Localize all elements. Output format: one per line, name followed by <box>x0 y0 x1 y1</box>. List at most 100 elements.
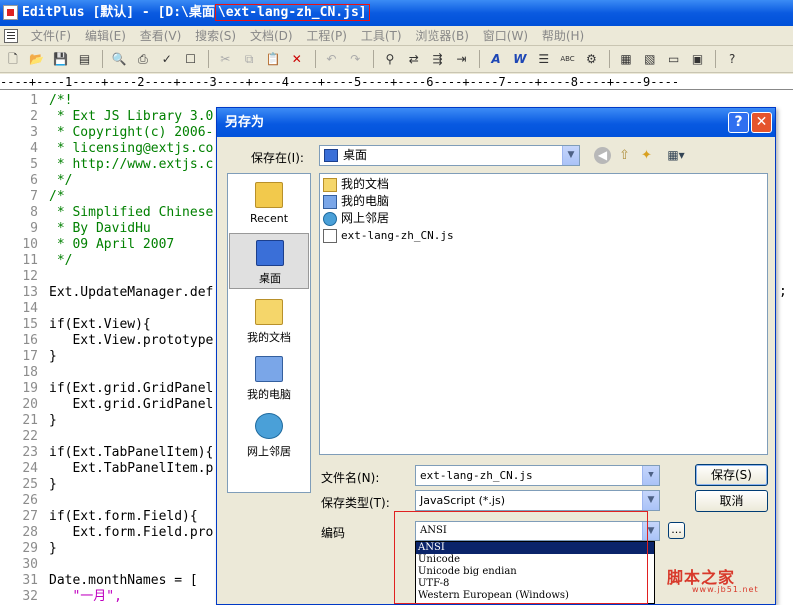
toolbar-separator <box>609 50 611 68</box>
code-text: * Simplified Chinese <box>49 205 214 220</box>
dialog-titlebar[interactable]: 另存为 ? ✕ <box>217 108 775 137</box>
filetype-select[interactable]: JavaScript (*.js) ▼ <box>415 490 660 511</box>
place-my-computer[interactable]: 我的电脑 <box>229 350 309 406</box>
abc-toggle-icon[interactable]: ABC <box>559 50 577 68</box>
filename-input[interactable]: ext-lang-zh_CN.js ▼ <box>415 465 660 486</box>
save-in-label: 保存在(I): <box>251 151 304 165</box>
place-my-documents[interactable]: 我的文档 <box>229 293 309 349</box>
filetype-label: 保存类型(T): <box>321 496 390 510</box>
find-icon[interactable]: ⚲ <box>381 50 399 68</box>
directory-window-icon[interactable]: ▦ <box>617 50 635 68</box>
ruler-toggle-icon[interactable]: ☰ <box>535 50 553 68</box>
line-number: 27 <box>22 509 38 524</box>
chevron-down-icon[interactable]: ▼ <box>642 466 659 485</box>
list-item[interactable]: 我的电脑 <box>323 193 389 210</box>
list-item-label: 网上邻居 <box>341 211 390 225</box>
dialog-help-button[interactable]: ? <box>728 112 749 133</box>
place-my-computer-label: 我的电脑 <box>247 388 291 401</box>
menu-help[interactable]: 帮助(H) <box>537 26 589 46</box>
settings-icon[interactable]: ⚙ <box>582 50 600 68</box>
toolbar-separator <box>715 50 717 68</box>
menu-tools[interactable]: 工具(T) <box>356 26 407 46</box>
menu-project[interactable]: 工程(P) <box>301 26 352 46</box>
print-preview-icon[interactable]: 🔍 <box>110 50 128 68</box>
browser-preview-icon[interactable]: ☐ <box>182 50 200 68</box>
editor-overflow-char: ; <box>779 284 787 299</box>
line-number: 21 <box>22 413 38 428</box>
output-window-icon[interactable]: ▭ <box>665 50 683 68</box>
menu-edit[interactable]: 编辑(E) <box>80 26 131 46</box>
line-number: 30 <box>22 557 38 572</box>
print-icon[interactable]: ⎙ <box>134 50 152 68</box>
new-folder-icon[interactable]: ✦ <box>638 147 655 164</box>
menu-document[interactable]: 文档(D) <box>245 26 298 46</box>
cut-icon[interactable]: ✂ <box>216 50 234 68</box>
column-ruler: ----+----1----+----2----+----3----+----4… <box>0 74 793 90</box>
cliptext-window-icon[interactable]: ▧ <box>641 50 659 68</box>
chevron-down-icon[interactable]: ▼ <box>642 491 659 510</box>
save-all-icon[interactable]: ▤ <box>75 50 93 68</box>
menu-view[interactable]: 查看(V) <box>135 26 187 46</box>
code-text: */ <box>49 253 73 268</box>
line-number: 7 <box>30 189 38 204</box>
save-in-combo[interactable]: 桌面 ▼ <box>319 145 580 166</box>
line-number: 9 <box>30 221 38 236</box>
save-icon[interactable]: 💾 <box>52 50 70 68</box>
menu-browser[interactable]: 浏览器(B) <box>410 26 474 46</box>
place-recent-label: Recent <box>249 212 289 225</box>
replace-icon[interactable]: ⇄ <box>405 50 423 68</box>
line-number: 13 <box>22 285 38 300</box>
recent-folder-icon <box>255 182 283 208</box>
line-number: 23 <box>22 445 38 460</box>
toolbar-separator <box>314 50 316 68</box>
view-menu-icon[interactable]: ▦▾ <box>663 147 689 164</box>
menu-search[interactable]: 搜索(S) <box>190 26 241 46</box>
find-in-files-icon[interactable]: ⇶ <box>429 50 447 68</box>
document-menu-icon[interactable] <box>4 29 18 43</box>
code-text: * licensing@extjs.co <box>49 141 214 156</box>
paste-icon[interactable]: 📋 <box>264 50 282 68</box>
back-icon[interactable]: ◀ <box>594 147 611 164</box>
menu-window[interactable]: 窗口(W) <box>478 26 533 46</box>
fullscreen-icon[interactable]: ▣ <box>689 50 707 68</box>
copy-icon[interactable]: ⧉ <box>240 50 258 68</box>
list-item[interactable]: 网上邻居 <box>323 210 389 227</box>
place-desktop-label: 桌面 <box>259 272 281 285</box>
place-desktop[interactable]: 桌面 <box>229 233 309 289</box>
encoding-browse-button[interactable]: ... <box>668 522 685 539</box>
spellcheck-icon[interactable]: ✓ <box>158 50 176 68</box>
context-help-icon[interactable]: ? <box>723 50 741 68</box>
word-wrap-icon[interactable]: W <box>511 50 529 68</box>
place-recent[interactable]: Recent <box>229 176 309 232</box>
menu-file[interactable]: 文件(F) <box>26 26 76 46</box>
js-file-icon <box>323 229 337 243</box>
list-item-label: 我的电脑 <box>341 194 390 208</box>
window-titlebar[interactable]: EditPlus [默认] - [D:\桌面 \ext-lang-zh_CN.js… <box>0 0 793 26</box>
save-button[interactable]: 保存(S) <box>695 464 768 486</box>
open-folder-icon[interactable]: 📂 <box>28 50 46 68</box>
code-text: */ <box>49 173 73 188</box>
toolbar-separator <box>373 50 375 68</box>
line-number: 19 <box>22 381 38 396</box>
list-item[interactable]: ext-lang-zh_CN.js <box>323 227 454 244</box>
desktop-icon <box>324 149 338 162</box>
cancel-button[interactable]: 取消 <box>695 490 768 512</box>
dialog-close-button[interactable]: ✕ <box>751 112 772 133</box>
code-text: /*! <box>49 93 73 108</box>
delete-icon[interactable]: ✕ <box>288 50 306 68</box>
chevron-down-icon[interactable]: ▼ <box>562 146 579 165</box>
up-folder-icon[interactable]: ⇧ <box>616 147 633 164</box>
places-bar: Recent 桌面 我的文档 我的电脑 网上邻居 <box>227 173 311 493</box>
place-network[interactable]: 网上邻居 <box>229 407 309 463</box>
list-item[interactable]: 我的文档 <box>323 176 389 193</box>
file-list[interactable]: 我的文档 我的电脑 网上邻居 ext-lang-zh_CN.js <box>319 173 768 455</box>
redo-icon[interactable]: ↷ <box>346 50 364 68</box>
goto-line-icon[interactable]: ⇥ <box>452 50 470 68</box>
window-title-prefix: EditPlus [默认] - [D:\桌面 <box>22 5 215 20</box>
new-file-icon[interactable]: 🗋 <box>4 50 22 68</box>
undo-icon[interactable]: ↶ <box>322 50 340 68</box>
line-number: 11 <box>22 253 38 268</box>
code-text: Ext.View.prototype <box>49 333 214 348</box>
editplus-app-icon[interactable] <box>3 5 18 20</box>
font-icon[interactable]: A <box>487 50 505 68</box>
